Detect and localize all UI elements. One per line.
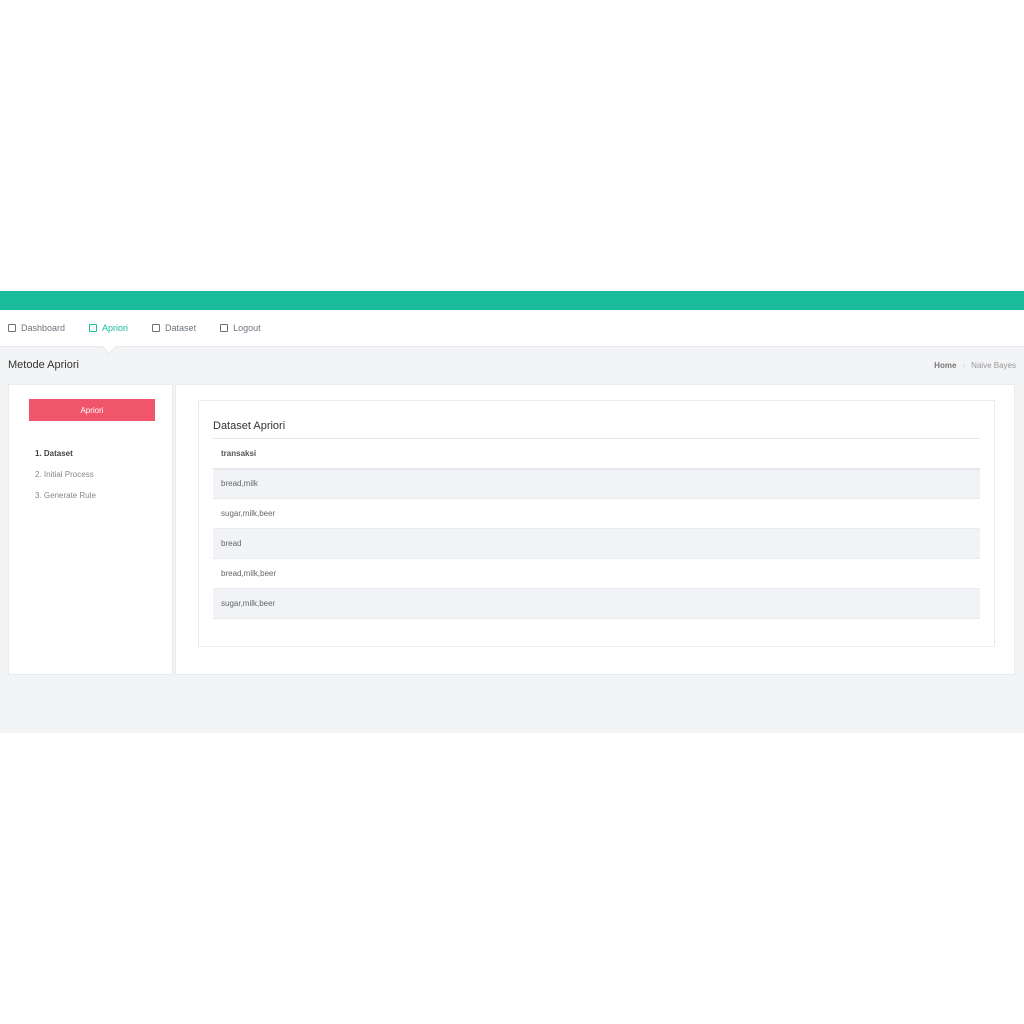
breadcrumb-home[interactable]: Home — [934, 361, 956, 370]
breadcrumb-separator: › — [962, 360, 966, 370]
steps-list: 1. Dataset 2. Initial Process 3. Generat… — [35, 449, 96, 512]
apriori-button[interactable]: Apriori — [29, 399, 155, 421]
table-row: sugar,milk,beer — [213, 588, 980, 619]
column-header: transaksi — [213, 438, 980, 470]
table-cell: bread — [213, 528, 980, 559]
page-title: Metode Apriori — [8, 359, 79, 371]
table-row: sugar,milk,beer — [213, 498, 980, 529]
main-panel: Dataset Apriori transaksi bread,milk sug… — [175, 384, 1015, 675]
app: Dashboard Apriori Dataset Logout Metode … — [0, 291, 1024, 733]
nav-label: Dataset — [165, 323, 197, 333]
dataset-card: Dataset Apriori transaksi bread,milk sug… — [198, 400, 995, 647]
table-cell: sugar,milk,beer — [213, 588, 980, 619]
nav-logout[interactable]: Logout — [220, 323, 261, 333]
card-title: Dataset Apriori — [213, 420, 286, 432]
table-row: bread — [213, 528, 980, 559]
top-bar — [0, 291, 1024, 310]
table-cell: bread,milk,beer — [213, 558, 980, 589]
nav-dataset[interactable]: Dataset — [152, 323, 196, 333]
page-header: Metode Apriori Home › Naive Bayes — [0, 347, 1024, 383]
document-icon — [220, 324, 229, 332]
document-icon — [89, 324, 98, 332]
nav-label: Apriori — [102, 323, 129, 333]
breadcrumb: Home › Naive Bayes — [934, 361, 1016, 370]
nav-label: Dashboard — [21, 323, 66, 333]
table-cell: bread,milk — [213, 468, 980, 499]
dashboard-icon — [8, 324, 16, 332]
breadcrumb-current: Naive Bayes — [971, 360, 1016, 370]
nav-label: Logout — [233, 323, 261, 333]
step-initial-process[interactable]: 2. Initial Process — [35, 470, 96, 491]
table-cell: sugar,milk,beer — [213, 498, 980, 529]
step-dataset[interactable]: 1. Dataset — [35, 449, 96, 470]
nav-apriori[interactable]: Apriori — [89, 323, 128, 333]
table-row: bread,milk — [213, 468, 980, 499]
sidebar-panel: Apriori 1. Dataset 2. Initial Process 3.… — [8, 384, 173, 675]
step-generate-rule[interactable]: 3. Generate Rule — [35, 491, 96, 512]
nav-dashboard[interactable]: Dashboard — [8, 323, 65, 333]
document-icon — [152, 324, 161, 332]
table-row: bread,milk,beer — [213, 558, 980, 589]
dataset-table: transaksi bread,milk sugar,milk,beer bre… — [213, 438, 980, 619]
nav-bar: Dashboard Apriori Dataset Logout — [0, 310, 1024, 355]
